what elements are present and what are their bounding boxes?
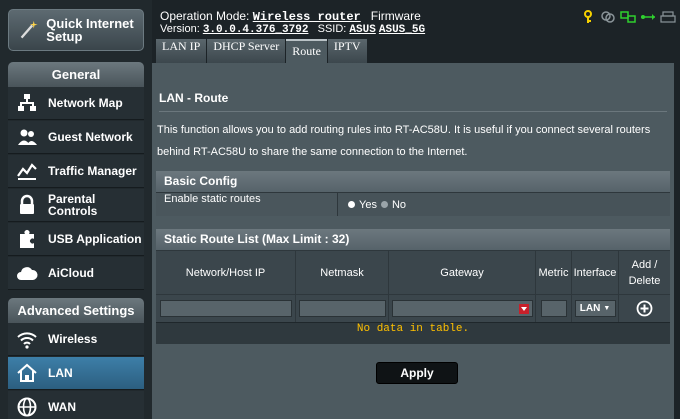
tab-dhcp-server[interactable]: DHCP Server [207, 39, 286, 63]
interface-value: LAN [579, 303, 601, 314]
operation-mode-label: Operation Mode: [160, 9, 250, 23]
add-route-plus-icon[interactable] [636, 300, 653, 317]
sidebar-item-guest-network[interactable]: Guest Network [8, 121, 144, 154]
route-list-column-headers: Network/Host IP Netmask Gateway Metric I… [156, 250, 670, 294]
main-panel: LAN - Route This function allows you to … [152, 63, 674, 419]
firmware-label: Firmware [370, 9, 421, 23]
ssid-link[interactable]: ASUS [349, 24, 375, 36]
column-netmask: Netmask [296, 250, 389, 294]
tab-route[interactable]: Route [286, 39, 327, 63]
network-status-icon[interactable] [620, 10, 636, 24]
operation-mode-link[interactable]: Wireless router [253, 10, 361, 24]
gateway-dropdown-arrow-icon[interactable] [518, 303, 529, 314]
sidebar-item-usb-application[interactable]: USB Application [8, 223, 144, 256]
basic-config-header: Basic Config [156, 171, 670, 192]
header: Operation Mode: Wireless router Firmware… [152, 0, 680, 40]
sidebar: Quick Internet Setup General Network Map… [0, 0, 152, 419]
sidebar-item-label: WAN [48, 400, 76, 414]
static-routes-row: Enable static routes Yes No [156, 192, 670, 216]
no-radio[interactable] [380, 201, 388, 208]
lock-icon [20, 194, 34, 214]
network-host-ip-input[interactable] [159, 300, 292, 317]
sidebar-item-label: Parental Controls [48, 192, 98, 218]
network-map-icon [18, 94, 36, 111]
status-icons [580, 10, 676, 24]
no-label: No [391, 198, 407, 211]
usb-icon[interactable] [640, 10, 656, 24]
page-title: LAN - Route [159, 91, 229, 105]
wps-icon[interactable] [600, 10, 616, 24]
page-description: This function allows you to add routing … [157, 124, 651, 158]
yes-radio[interactable] [348, 201, 355, 208]
sidebar-item-traffic-manager[interactable]: Traffic Manager [8, 155, 144, 188]
cloud-icon [17, 267, 38, 280]
traffic-manager-icon [17, 163, 37, 180]
apply-button[interactable]: Apply [376, 362, 458, 384]
sidebar-item-lan[interactable]: LAN [8, 357, 144, 390]
sidebar-item-label: Guest Network [48, 130, 133, 144]
sidebar-item-network-map[interactable]: Network Map [8, 87, 144, 120]
home-icon [17, 363, 37, 382]
empty-table-message: No data in table. [156, 322, 670, 344]
sidebar-item-label: LAN [48, 366, 73, 380]
gateway-input[interactable] [391, 300, 533, 317]
tab-iptv[interactable]: IPTV [327, 39, 367, 63]
sidebar-item-label: AiCloud [48, 266, 94, 280]
column-metric: Metric [536, 250, 572, 294]
chevron-down-icon: ▼ [603, 305, 611, 312]
version-label: Version: [160, 23, 200, 35]
metric-input[interactable] [540, 300, 567, 317]
firmware-version-link[interactable]: 3.0.0.4.376_3792 [203, 24, 309, 36]
route-input-row: LAN ▼ [156, 294, 670, 322]
sidebar-item-label: Wireless [48, 332, 98, 346]
tab-lan-ip[interactable]: LAN IP [156, 39, 207, 63]
quick-internet-setup-label: Quick Internet Setup [46, 16, 134, 44]
puzzle-icon [20, 230, 34, 248]
wifi-icon [17, 332, 37, 349]
column-gateway: Gateway [389, 250, 536, 294]
column-add-delete: Add / Delete [619, 250, 670, 294]
title-divider [159, 111, 667, 112]
interface-select[interactable]: LAN ▼ [574, 300, 616, 317]
netmask-input[interactable] [298, 300, 386, 317]
sidebar-item-wan[interactable]: WAN [8, 391, 144, 419]
ssid-5g-link[interactable]: ASUS_5G [379, 24, 425, 36]
sidebar-item-parental-controls[interactable]: Parental Controls [8, 189, 144, 222]
yes-label: Yes [359, 198, 377, 211]
ssid-label: SSID: [317, 23, 347, 35]
static-routes-label: Enable static routes [156, 193, 338, 216]
sidebar-item-label: Traffic Manager [48, 164, 137, 178]
quick-internet-setup-button[interactable]: Quick Internet Setup [8, 9, 144, 51]
advanced-settings-section-header: Advanced Settings [8, 298, 144, 323]
operation-mode-line: Operation Mode: Wireless router Firmware [160, 9, 421, 24]
guest-network-icon [18, 129, 37, 145]
magic-wand-icon [20, 20, 38, 39]
sidebar-item-label: USB Application [48, 232, 142, 246]
column-interface: Interface [572, 250, 619, 294]
tab-bar: LAN IP DHCP Server Route IPTV [156, 39, 367, 63]
sidebar-item-wireless[interactable]: Wireless [8, 323, 144, 356]
static-routes-options: Yes No [338, 193, 670, 216]
basic-config-table: Basic Config Enable static routes Yes No [156, 171, 670, 216]
key-icon[interactable] [580, 10, 596, 24]
globe-icon [17, 397, 37, 417]
version-line: Version: 3.0.0.4.376_3792 SSID: ASUS ASU… [160, 23, 425, 36]
static-route-list-table: Static Route List (Max Limit : 32) Netwo… [156, 229, 670, 344]
static-route-list-header: Static Route List (Max Limit : 32) [156, 229, 670, 250]
printer-icon[interactable] [660, 10, 676, 24]
sidebar-item-label: Network Map [48, 96, 123, 110]
column-network-host-ip: Network/Host IP [156, 250, 296, 294]
sidebar-item-aicloud[interactable]: AiCloud [8, 257, 144, 290]
general-section-header: General [8, 62, 144, 87]
